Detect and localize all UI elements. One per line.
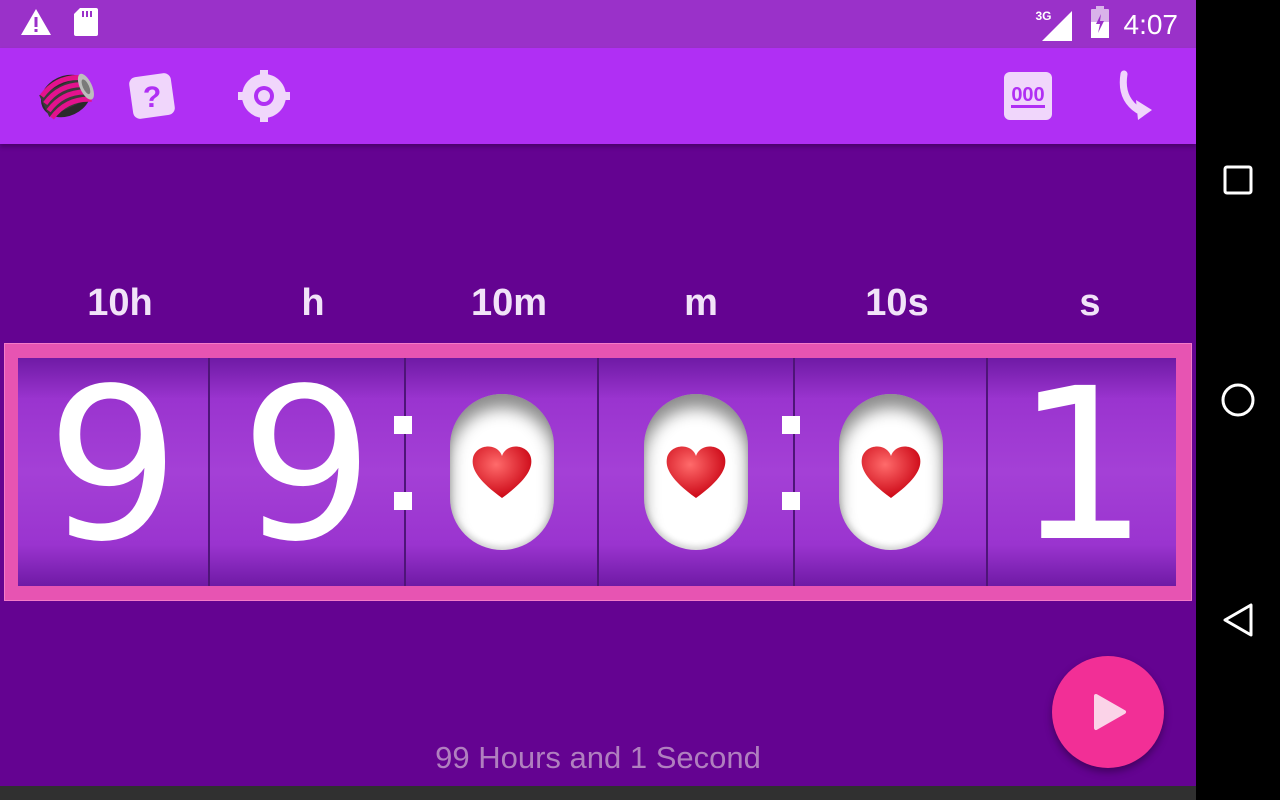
navigation-bar bbox=[1196, 0, 1280, 800]
home-icon bbox=[1221, 383, 1255, 417]
colon-separator bbox=[394, 416, 412, 510]
bottom-edge bbox=[0, 786, 1196, 800]
heart-icon bbox=[861, 446, 920, 498]
back-icon bbox=[1223, 603, 1253, 637]
play-icon bbox=[1094, 694, 1126, 730]
digit-value: 9 bbox=[46, 343, 180, 588]
home-button[interactable] bbox=[1216, 378, 1260, 422]
battery-icon bbox=[1090, 6, 1110, 43]
app-screen: 3G 4:07 ? 000 10h h 10m m 10s s 9 9 1 99… bbox=[0, 0, 1196, 800]
unit-label-h: h bbox=[301, 282, 325, 324]
digit-value: 9 bbox=[240, 343, 374, 588]
warning-icon bbox=[20, 8, 52, 41]
status-bar: 3G 4:07 bbox=[0, 0, 1196, 48]
settings-icon[interactable] bbox=[236, 70, 292, 122]
digit-h[interactable]: 9 bbox=[210, 358, 406, 586]
digit-s[interactable]: 1 bbox=[988, 358, 1176, 586]
spring-app-icon[interactable] bbox=[34, 66, 98, 126]
signal-icon: 3G bbox=[1036, 7, 1076, 43]
digit-value: 1 bbox=[1015, 343, 1149, 588]
counter-format-icon[interactable]: 000 bbox=[1000, 70, 1056, 122]
digit-10s[interactable] bbox=[795, 358, 988, 586]
recents-button[interactable] bbox=[1216, 158, 1260, 202]
unit-label-s: s bbox=[1079, 282, 1101, 324]
sd-card-icon bbox=[74, 8, 98, 41]
heart-icon bbox=[666, 446, 726, 498]
colon-separator bbox=[782, 416, 800, 510]
digit-10h[interactable]: 9 bbox=[18, 358, 210, 586]
unit-labels: 10h h 10m m 10s s bbox=[0, 282, 1196, 334]
app-toolbar: ? 000 bbox=[0, 48, 1196, 144]
status-clock: 4:07 bbox=[1123, 8, 1179, 40]
unit-label-m: m bbox=[684, 282, 718, 324]
counter-display: 9 9 1 bbox=[18, 358, 1176, 586]
svg-text:?: ? bbox=[143, 81, 161, 114]
unit-label-10s: 10s bbox=[865, 282, 929, 324]
back-button[interactable] bbox=[1216, 598, 1260, 642]
zero-slot bbox=[449, 394, 554, 550]
digit-m[interactable] bbox=[599, 358, 795, 586]
recents-icon bbox=[1223, 165, 1253, 195]
help-icon[interactable]: ? bbox=[124, 70, 180, 122]
duration-summary: 99 Hours and 1 Second bbox=[435, 740, 761, 775]
zero-slot bbox=[644, 394, 748, 550]
digit-10m[interactable] bbox=[406, 358, 599, 586]
heart-icon bbox=[472, 446, 531, 498]
counter-format-label: 000 bbox=[1011, 83, 1045, 108]
zero-slot bbox=[838, 394, 943, 550]
unit-label-10m: 10m bbox=[470, 282, 548, 324]
share-icon[interactable] bbox=[1112, 70, 1168, 122]
unit-label-10h: 10h bbox=[87, 282, 153, 324]
